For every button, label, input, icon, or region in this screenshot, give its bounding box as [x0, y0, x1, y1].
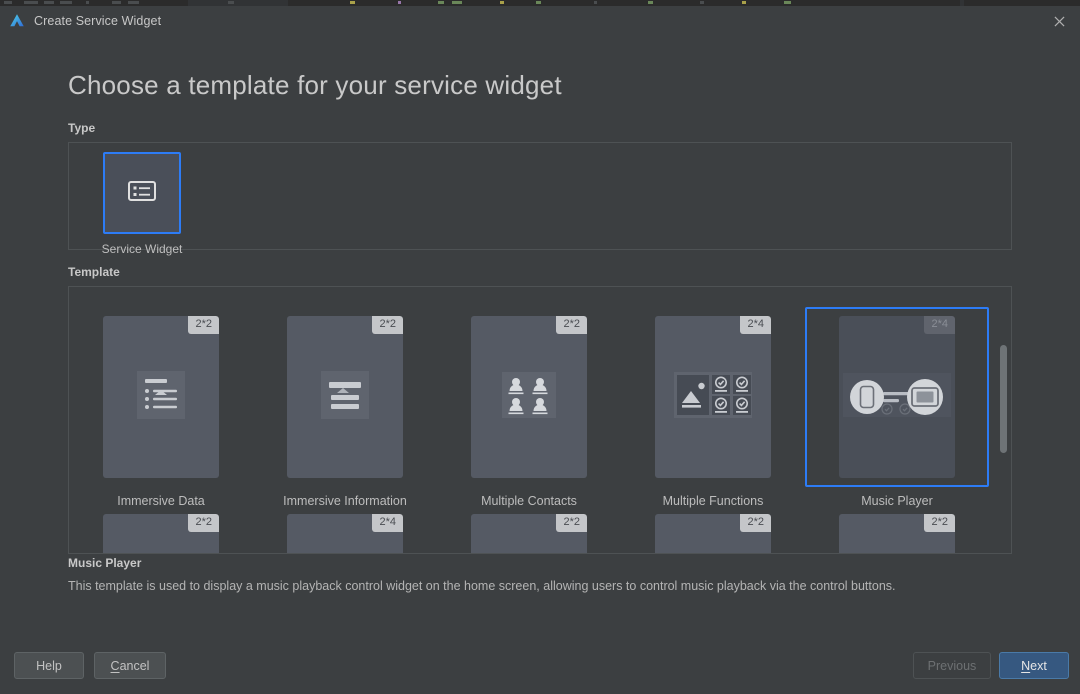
template-item-row2-3[interactable]: 2*2: [437, 505, 621, 553]
template-thumb-frame[interactable]: 2*2: [621, 505, 805, 553]
functions-grid-icon: [674, 371, 752, 423]
template-grid: 2*2 Immersive Data 2*2 Immersive Informa…: [69, 287, 990, 553]
dialog-footer: Help Cancel Previous Next: [0, 640, 1080, 694]
template-item-row2-5[interactable]: 2*2: [805, 505, 989, 553]
section-label-type: Type: [68, 121, 96, 135]
template-thumb: 2*4: [839, 316, 955, 478]
template-item-row2-2[interactable]: 2*4: [253, 505, 437, 553]
section-label-template: Template: [68, 265, 120, 279]
template-thumb-frame[interactable]: 2*4: [253, 505, 437, 553]
type-card-label: Service Widget: [101, 242, 183, 256]
template-item-multiple-functions[interactable]: 2*4 Multiple Functions: [621, 307, 805, 508]
template-thumb: 2*2: [471, 514, 587, 553]
close-icon[interactable]: [1038, 6, 1080, 36]
template-thumb-frame[interactable]: 2*2: [69, 505, 253, 553]
description-body: This template is used to display a music…: [68, 579, 896, 593]
size-badge: 2*2: [188, 316, 219, 334]
template-thumb-frame[interactable]: 2*2: [253, 307, 437, 487]
service-widget-list-icon: [125, 174, 159, 213]
size-badge: 2*4: [372, 514, 403, 532]
template-thumb-frame[interactable]: 2*4: [805, 307, 989, 487]
template-scrollbar[interactable]: [997, 289, 1009, 553]
text-block-icon: [321, 370, 369, 424]
template-item-music-player[interactable]: 2*4 Music Player: [805, 307, 989, 508]
template-thumb-frame[interactable]: 2*2: [437, 307, 621, 487]
template-thumb: 2*2: [103, 514, 219, 553]
dialog-content: Choose a template for your service widge…: [0, 36, 1080, 654]
template-thumb-frame[interactable]: 2*2: [437, 505, 621, 553]
description-title: Music Player: [68, 556, 142, 570]
template-thumb-frame[interactable]: 2*2: [805, 505, 989, 553]
size-badge: 2*4: [740, 316, 771, 334]
size-badge: 2*2: [556, 514, 587, 532]
template-thumb: 2*2: [103, 316, 219, 478]
template-thumb: 2*4: [655, 316, 771, 478]
template-thumb: 2*2: [655, 514, 771, 553]
cancel-mnemonic: C: [110, 658, 120, 673]
size-badge: 2*2: [372, 316, 403, 334]
template-thumb: 2*2: [839, 514, 955, 553]
contacts-grid-icon: [502, 371, 556, 423]
next-label-rest: ext: [1030, 658, 1047, 673]
template-item-row2-4[interactable]: 2*2: [621, 505, 805, 553]
template-item-row2-1[interactable]: 2*2: [69, 505, 253, 553]
dialog-title: Create Service Widget: [34, 14, 162, 28]
cancel-button[interactable]: Cancel: [94, 652, 166, 679]
template-thumb-frame[interactable]: 2*2: [69, 307, 253, 487]
size-badge: 2*2: [556, 316, 587, 334]
deveco-logo-icon: [8, 12, 26, 30]
template-item-multiple-contacts[interactable]: 2*2 Multiple Contacts: [437, 307, 621, 508]
template-scrollbar-thumb[interactable]: [1000, 345, 1007, 453]
size-badge: 2*2: [188, 514, 219, 532]
template-item-immersive-data[interactable]: 2*2 Immersive Data: [69, 307, 253, 508]
size-badge: 2*2: [740, 514, 771, 532]
template-thumb: 2*2: [471, 316, 587, 478]
type-item-service-widget[interactable]: Service Widget: [96, 152, 188, 256]
next-mnemonic: N: [1021, 658, 1031, 673]
help-button[interactable]: Help: [14, 652, 84, 679]
template-item-immersive-information[interactable]: 2*2 Immersive Information: [253, 307, 437, 508]
size-badge: 2*2: [924, 514, 955, 532]
dialog-title-bar: Create Service Widget: [0, 6, 1080, 36]
template-panel: 2*2 Immersive Data 2*2 Immersive Informa…: [68, 286, 1012, 554]
template-thumb: 2*4: [287, 514, 403, 553]
type-card-service-widget[interactable]: [103, 152, 181, 234]
next-button[interactable]: Next: [999, 652, 1069, 679]
cancel-label-rest: ancel: [119, 658, 150, 673]
template-thumb-frame[interactable]: 2*4: [621, 307, 805, 487]
music-devices-icon: [841, 372, 953, 422]
page-title: Choose a template for your service widge…: [68, 70, 562, 100]
type-panel: Service Widget: [68, 142, 1012, 256]
previous-button: Previous: [913, 652, 991, 679]
template-thumb: 2*2: [287, 316, 403, 478]
size-badge: 2*4: [924, 316, 955, 334]
list-lines-icon: [137, 370, 185, 424]
